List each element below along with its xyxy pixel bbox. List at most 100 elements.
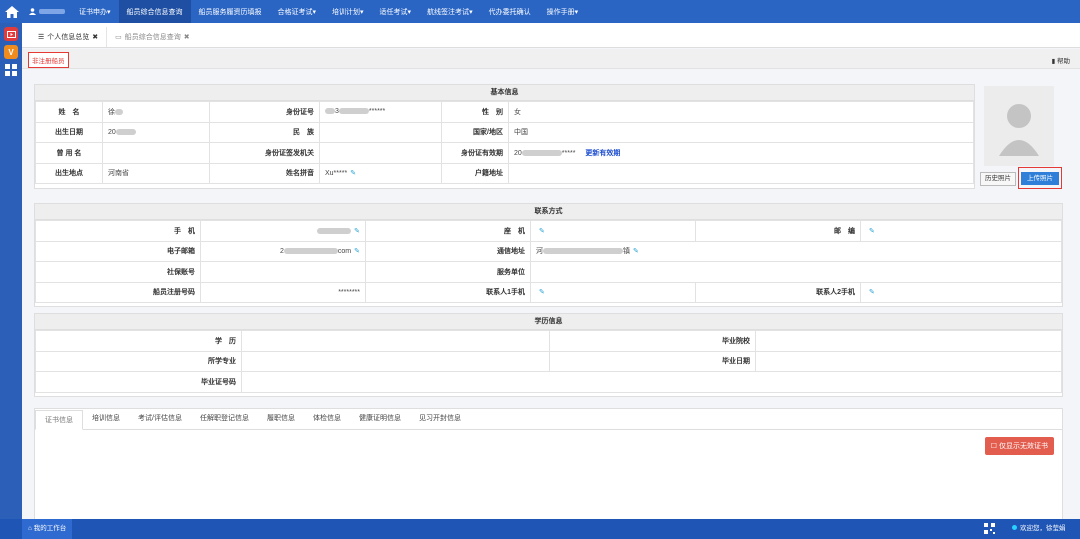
close-icon[interactable]: ✖ [184, 33, 190, 41]
nav-competency-exam[interactable]: 适任考试 ▾ [372, 0, 420, 23]
tab-medical[interactable]: 体检信息 [304, 409, 350, 429]
value-reg-no: ******** [200, 281, 366, 303]
tab-seafarer-query[interactable]: ▭ 船员综合信息查询 ✖ [106, 27, 198, 47]
caret-icon: ▾ [469, 8, 473, 16]
grid-apps-icon[interactable] [4, 63, 18, 77]
welcome-text: 欢迎您，徐莹娟 [1012, 519, 1066, 539]
tab-appointment[interactable]: 任解职登记信息 [191, 409, 258, 429]
user-menu[interactable] [23, 0, 71, 23]
caret-icon: ▾ [107, 8, 111, 16]
value-former-name [102, 142, 210, 164]
value-cert-no [241, 371, 1062, 393]
nav-training-plan[interactable]: 培训计划 ▾ [324, 0, 372, 23]
qr-code-icon[interactable] [984, 523, 995, 534]
value-id-issuer [319, 142, 442, 164]
table-row: 出生日期 20 民 族 国家/地区 中国 [35, 121, 974, 143]
label-name: 姓 名 [35, 101, 103, 123]
value-gender: 女 [508, 101, 974, 123]
tab-duty[interactable]: 履职信息 [258, 409, 304, 429]
label-contact1: 联系人1手机 [365, 281, 531, 303]
workbench-button[interactable]: ⌂ 我的工作台 [22, 519, 73, 539]
edit-icon[interactable]: ✎ [869, 228, 875, 235]
video-icon[interactable] [4, 27, 18, 41]
label-birthplace: 出生地点 [35, 162, 103, 184]
certificate-panel: 证书信息 培训信息 考试/评估信息 任解职登记信息 履职信息 体检信息 健康证明… [34, 408, 1063, 520]
table-row: 出生地点 河南省 姓名拼音 Xu***** ✎ 户籍地址 [35, 162, 974, 184]
edit-icon[interactable]: ✎ [869, 289, 875, 296]
value-name: 徐 [102, 101, 210, 123]
user-icon [29, 8, 36, 15]
value-degree [241, 330, 550, 352]
value-id-valid: 20 ***** 更新有效期 [508, 142, 974, 164]
app-v-icon[interactable]: V [4, 45, 18, 59]
label-nationality: 国家/地区 [441, 121, 509, 143]
caret-icon: ▾ [312, 8, 317, 16]
table-row: 毕业证号码 [35, 371, 1062, 393]
edit-icon[interactable]: ✎ [354, 248, 360, 255]
label-address: 通信地址 [365, 240, 531, 262]
help-link[interactable]: ▮ 帮助 [1052, 55, 1070, 65]
section-title: 联系方式 [35, 204, 1062, 220]
edit-icon[interactable]: ✎ [539, 228, 545, 235]
redacted [521, 149, 562, 156]
nav-qualification-exam[interactable]: 合格证考试 ▾ [270, 0, 325, 23]
basic-info-table: 姓 名 徐 身份证号 3 ****** 性 别 女 出生日期 20 民 族 国家/… [35, 101, 974, 184]
value-contact2: ✎ [860, 281, 1062, 303]
value-grad-date [755, 350, 1062, 372]
nav-seafarer-info-query[interactable]: 船员综合信息查询 [118, 0, 191, 23]
contact-panel: 联系方式 手 机 ✎ 座 机 ✎ 邮 编 ✎ 电子邮箱 2 com ✎ 通信地址 河… [34, 203, 1063, 307]
nav-service-record[interactable]: 船员服务履资历填报 [191, 0, 270, 23]
show-invalid-only-button[interactable]: ☐ 仅显示无效证书 [984, 437, 1054, 455]
nav-manual[interactable]: 操作手册 ▾ [539, 0, 587, 23]
card-icon: ▭ [115, 34, 122, 41]
nav-proxy-confirm[interactable]: 代办委托确认 [481, 0, 539, 23]
tab-training[interactable]: 培训信息 [83, 409, 129, 429]
history-photo-button[interactable]: 历史照片 [980, 172, 1016, 186]
label-gender: 性 别 [441, 101, 509, 123]
nav-cert-apply[interactable]: 证书申办 ▾ [71, 0, 119, 23]
label-household: 户籍地址 [441, 162, 509, 184]
redacted [543, 248, 623, 255]
tab-exam-assessment[interactable]: 考试/评估信息 [129, 409, 191, 429]
value-household [508, 162, 974, 184]
nav-route-endorsement[interactable]: 航线签注考试 ▾ [419, 0, 481, 23]
redacted [317, 227, 352, 234]
edit-icon[interactable]: ✎ [539, 289, 545, 296]
tab-personal-overview[interactable]: ☰ 个人信息总览 ✖ [30, 27, 106, 47]
table-row: 姓 名 徐 身份证号 3 ****** 性 别 女 [35, 101, 974, 123]
cert-tabs: 证书信息 培训信息 考试/评估信息 任解职登记信息 履职信息 体检信息 健康证明… [35, 409, 1062, 430]
edit-icon[interactable]: ✎ [633, 248, 639, 255]
section-title: 学历信息 [35, 314, 1062, 330]
table-row: 手 机 ✎ 座 机 ✎ 邮 编 ✎ [35, 220, 1062, 242]
upload-photo-button[interactable]: 上传照片 [1021, 172, 1059, 185]
contact-table: 手 机 ✎ 座 机 ✎ 邮 编 ✎ 电子邮箱 2 com ✎ 通信地址 河镇 ✎ 社保… [35, 220, 1062, 303]
edit-icon[interactable]: ✎ [350, 170, 356, 177]
label-ethnicity: 民 族 [209, 121, 320, 143]
value-landline: ✎ [530, 220, 696, 242]
value-email: 2 com ✎ [200, 240, 366, 262]
redacted [283, 248, 338, 255]
home-icon[interactable] [0, 0, 23, 23]
person-silhouette-icon [999, 104, 1039, 156]
table-row: 曾 用 名 身份证签发机关 身份证有效期 20 ***** 更新有效期 [35, 142, 974, 164]
label-pinyin: 姓名拼音 [209, 162, 320, 184]
page-tabs: ☰ 个人信息总览 ✖ ▭ 船员综合信息查询 ✖ [22, 23, 1080, 48]
label-contact2: 联系人2手机 [695, 281, 861, 303]
value-address: 河镇 ✎ [530, 240, 1062, 262]
table-row: 所学专业 毕业日期 [35, 350, 1062, 372]
basic-info-panel: 基本信息 姓 名 徐 身份证号 3 ****** 性 别 女 出生日期 20 民 … [34, 84, 975, 189]
edit-icon[interactable]: ✎ [354, 228, 360, 235]
update-validity-link[interactable]: 更新有效期 [585, 150, 620, 157]
value-pinyin: Xu***** ✎ [319, 162, 442, 184]
label-landline: 座 机 [365, 220, 531, 242]
tab-health-cert[interactable]: 健康证明信息 [350, 409, 410, 429]
label-grad-date: 毕业日期 [549, 350, 756, 372]
top-navbar: 证书申办 ▾ 船员综合信息查询 船员服务履资历填报 合格证考试 ▾ 培训计划 ▾ 适任… [0, 0, 1080, 23]
value-mobile: ✎ [200, 220, 366, 242]
sub-toolbar: 非注册船员 ▮ 帮助 [22, 49, 1080, 69]
caret-icon: ▾ [360, 8, 364, 16]
tab-certificates[interactable]: 证书信息 [35, 410, 83, 430]
table-row: 船员注册号码 ******** 联系人1手机 ✎ 联系人2手机 ✎ [35, 281, 1062, 303]
close-icon[interactable]: ✖ [92, 33, 98, 41]
tab-internship[interactable]: 见习开封信息 [410, 409, 470, 429]
